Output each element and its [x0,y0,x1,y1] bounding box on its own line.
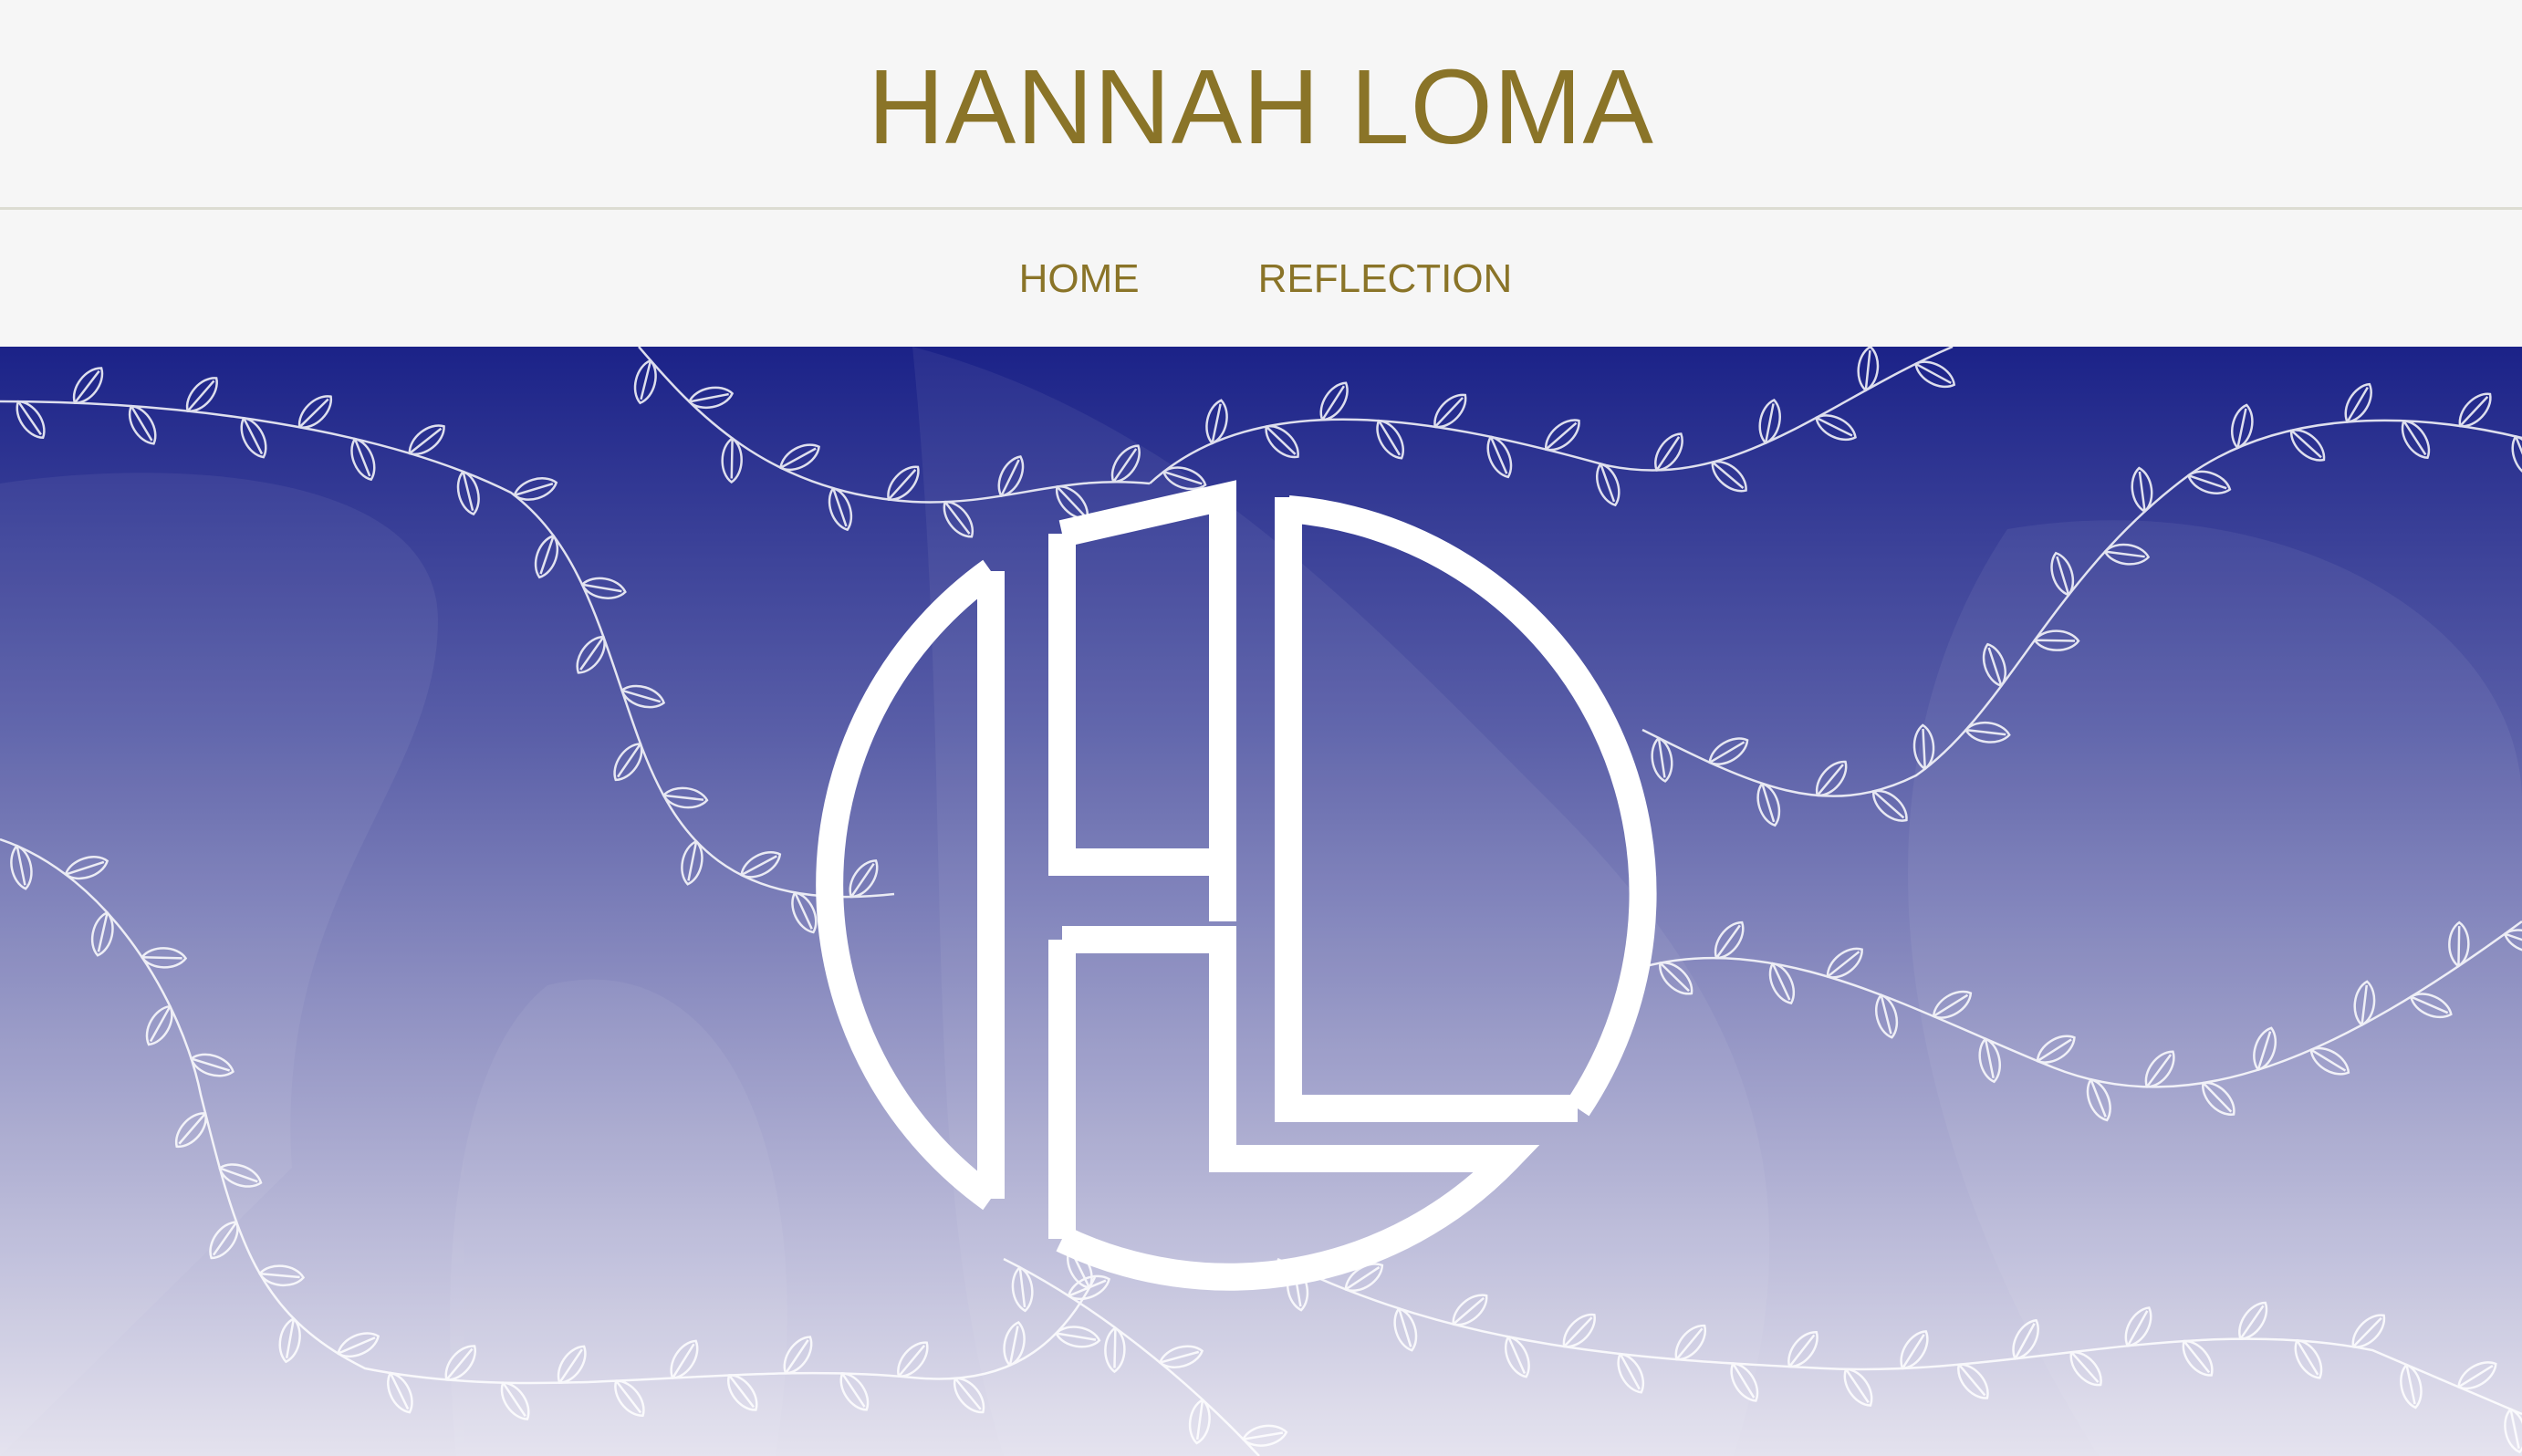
main-nav: HOME REFLECTION [0,210,2522,347]
nav-link-home[interactable]: HOME [1019,256,1140,301]
hero-banner [0,347,2522,1456]
nav-item-reflection: REFLECTION [1258,252,1513,307]
nav-item-home: HOME [1019,252,1140,307]
hero-banner-image [0,347,2522,1456]
site-header: HANNAH LOMA [0,0,2522,210]
site-title[interactable]: HANNAH LOMA [0,47,2522,166]
nav-link-reflection[interactable]: REFLECTION [1258,256,1513,301]
nav-list: HOME REFLECTION [0,252,2522,307]
